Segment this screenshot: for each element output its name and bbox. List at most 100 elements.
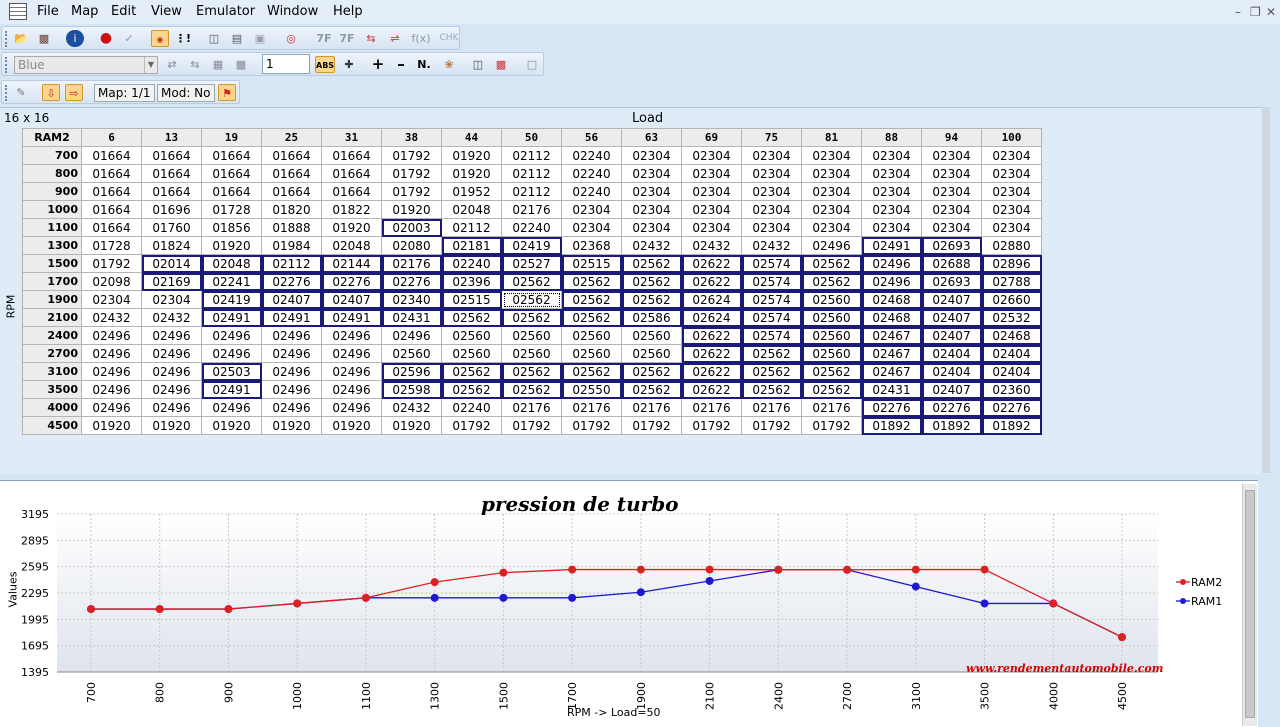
map-cell[interactable]: 02560 — [801, 290, 862, 309]
map-cell[interactable]: 02048 — [441, 200, 502, 219]
map-cell[interactable]: 02407 — [921, 308, 982, 327]
map-cell[interactable]: 02562 — [501, 380, 562, 399]
map-cell[interactable]: 02586 — [621, 308, 682, 327]
map-cell[interactable]: 02432 — [381, 398, 442, 417]
map-cell[interactable]: 01824 — [141, 236, 202, 255]
map-cell[interactable]: 01696 — [141, 200, 202, 219]
map-cell[interactable]: 02896 — [981, 254, 1042, 273]
map-cell[interactable]: 02562 — [621, 362, 682, 381]
abs-icon[interactable]: ABS — [315, 56, 335, 73]
map-cell[interactable]: 02496 — [81, 380, 142, 399]
map-cell[interactable]: 02468 — [861, 290, 922, 309]
map-cell[interactable]: 02048 — [321, 236, 382, 255]
map-cell[interactable]: 02304 — [861, 200, 922, 219]
map-cell[interactable]: 01888 — [261, 218, 322, 237]
map-cell[interactable]: 02240 — [441, 398, 502, 417]
map-cell[interactable]: 01792 — [561, 416, 622, 435]
map-cell[interactable]: 02560 — [501, 344, 562, 363]
map-cell[interactable]: 02304 — [861, 146, 922, 165]
map-cell[interactable]: 02169 — [141, 272, 202, 291]
map-cell[interactable]: 02515 — [561, 254, 622, 273]
paste-map-icon[interactable]: ▤ — [228, 30, 246, 47]
map-cell[interactable]: 02112 — [501, 146, 562, 165]
map-cell[interactable]: 02496 — [261, 344, 322, 363]
map-cell[interactable]: 02432 — [621, 236, 682, 255]
map-cell[interactable]: 02496 — [201, 398, 262, 417]
map-cell[interactable]: 02176 — [501, 200, 562, 219]
map-cell[interactable]: 02560 — [381, 344, 442, 363]
target-icon[interactable]: ◎ — [282, 30, 300, 47]
map-cell[interactable]: 02304 — [861, 182, 922, 201]
map-cell[interactable]: 02562 — [741, 344, 802, 363]
map-cell[interactable]: 02496 — [261, 380, 322, 399]
map-cell[interactable]: 02560 — [441, 326, 502, 345]
map-cell[interactable]: 02560 — [501, 326, 562, 345]
map-cell[interactable]: 02404 — [921, 362, 982, 381]
map-cell[interactable]: 02562 — [441, 362, 502, 381]
toolbar-grip[interactable] — [5, 57, 9, 73]
map-cell[interactable]: 02562 — [621, 380, 682, 399]
map-cell[interactable]: 02496 — [321, 380, 382, 399]
map-cell[interactable]: 01892 — [861, 416, 922, 435]
map-cell[interactable]: 02560 — [561, 326, 622, 345]
map-cell[interactable]: 01820 — [261, 200, 322, 219]
map-cell[interactable]: 02496 — [141, 362, 202, 381]
map-cell[interactable]: 02431 — [861, 380, 922, 399]
map-cell[interactable]: 02467 — [861, 326, 922, 345]
map-cell[interactable]: 02432 — [741, 236, 802, 255]
map-cell[interactable]: 02404 — [921, 344, 982, 363]
map-cell[interactable]: 01792 — [741, 416, 802, 435]
map-cell[interactable]: 02624 — [681, 290, 742, 309]
import-icon[interactable]: ⇄ — [163, 56, 181, 73]
copy-icon[interactable]: ◫ — [469, 56, 487, 73]
map-cell[interactable]: 02562 — [441, 308, 502, 327]
map-cell[interactable]: 02014 — [141, 254, 202, 273]
map-cell[interactable]: 02598 — [381, 380, 442, 399]
prev-map-icon[interactable]: ⇩ — [42, 84, 60, 101]
map-cell[interactable]: 02532 — [981, 308, 1042, 327]
map-cell[interactable]: 02496 — [321, 326, 382, 345]
map-cell[interactable]: 01664 — [81, 182, 142, 201]
map-cell[interactable]: 02574 — [741, 308, 802, 327]
checksum-text-icon[interactable]: CHK — [438, 30, 460, 47]
map-cell[interactable]: 02496 — [81, 362, 142, 381]
map-cell[interactable]: 02660 — [981, 290, 1042, 309]
map-cell[interactable]: 02276 — [261, 272, 322, 291]
map-cell[interactable]: 02304 — [81, 290, 142, 309]
map-cell[interactable]: 02112 — [261, 254, 322, 273]
map-cell[interactable]: 02304 — [681, 182, 742, 201]
map-cell[interactable]: 02562 — [801, 254, 862, 273]
map-cell[interactable]: 02496 — [321, 362, 382, 381]
palette-icon[interactable]: ❀ — [440, 56, 458, 73]
map-cell[interactable]: 02467 — [861, 344, 922, 363]
map-cell[interactable]: 02240 — [561, 164, 622, 183]
menu-map[interactable]: Map — [71, 4, 98, 19]
map-cell[interactable]: 02003 — [381, 218, 442, 237]
map-cell[interactable]: 02304 — [621, 182, 682, 201]
menu-emulator[interactable]: Emulator — [196, 4, 255, 19]
map-cell[interactable]: 01792 — [381, 146, 442, 165]
map-cell[interactable]: 01984 — [261, 236, 322, 255]
map-cell[interactable]: 02562 — [561, 362, 622, 381]
app-grid-icon[interactable] — [9, 3, 27, 20]
toolbar-grip[interactable] — [5, 85, 9, 101]
map-cell[interactable]: 02304 — [561, 200, 622, 219]
map-cell[interactable]: 02304 — [681, 146, 742, 165]
connect-icon[interactable]: ✓ — [120, 30, 138, 47]
map-cell[interactable]: 02276 — [921, 398, 982, 417]
map-cell[interactable]: 02496 — [261, 398, 322, 417]
map-cell[interactable]: 02467 — [861, 362, 922, 381]
map-cell[interactable]: 01664 — [261, 146, 322, 165]
map-cell[interactable]: 02304 — [801, 164, 862, 183]
map-cell[interactable]: 02304 — [681, 200, 742, 219]
map-cell[interactable]: 02496 — [861, 272, 922, 291]
map-cell[interactable]: 02304 — [681, 218, 742, 237]
map-cell[interactable]: 02304 — [141, 290, 202, 309]
map-cell[interactable]: 02562 — [621, 290, 682, 309]
map-cell[interactable]: 02144 — [321, 254, 382, 273]
map-cell[interactable]: 02304 — [801, 200, 862, 219]
map-cell[interactable]: 02560 — [561, 344, 622, 363]
menu-window[interactable]: Window — [267, 4, 318, 19]
map-cell[interactable]: 02176 — [561, 398, 622, 417]
map-cell[interactable]: 02468 — [981, 326, 1042, 345]
